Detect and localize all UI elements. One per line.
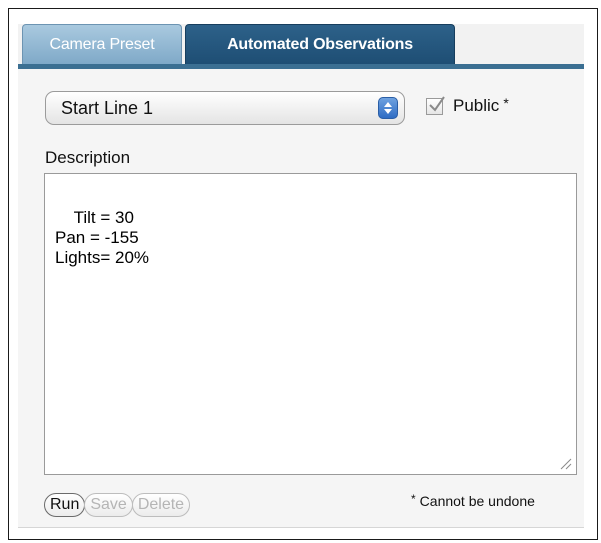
preset-select[interactable]: Start Line 1 [45,91,405,125]
tab-automated-observations[interactable]: Automated Observations [185,24,455,64]
public-label: Public [453,96,500,115]
run-button[interactable]: Run [44,493,86,517]
tab-content: Start Line 1 Public * Description Tilt =… [18,69,584,527]
description-text: Tilt = 30 Pan = -155 Lights= 20% [55,208,150,267]
undo-warning-text: Cannot be undone [419,493,535,509]
description-textarea[interactable]: Tilt = 30 Pan = -155 Lights= 20% [44,173,577,475]
delete-button[interactable]: Delete [131,493,191,517]
public-checkbox[interactable] [426,95,445,115]
description-label: Description [45,148,131,167]
public-toggle[interactable]: Public * [426,89,509,123]
public-asterisk: * [503,95,509,111]
checkmark-icon [429,95,445,112]
preset-select-value: Start Line 1 [61,98,154,118]
undo-warning: * Cannot be undone [411,492,535,509]
resize-grip-icon[interactable] [560,458,572,470]
action-buttons: Run Save Delete [44,492,191,518]
save-button[interactable]: Save [84,493,133,517]
select-arrows-icon [378,97,398,119]
tab-bar: Camera Preset Automated Observations [18,24,584,69]
undo-warning-asterisk: * [411,492,416,506]
tab-camera-preset[interactable]: Camera Preset [22,24,182,64]
